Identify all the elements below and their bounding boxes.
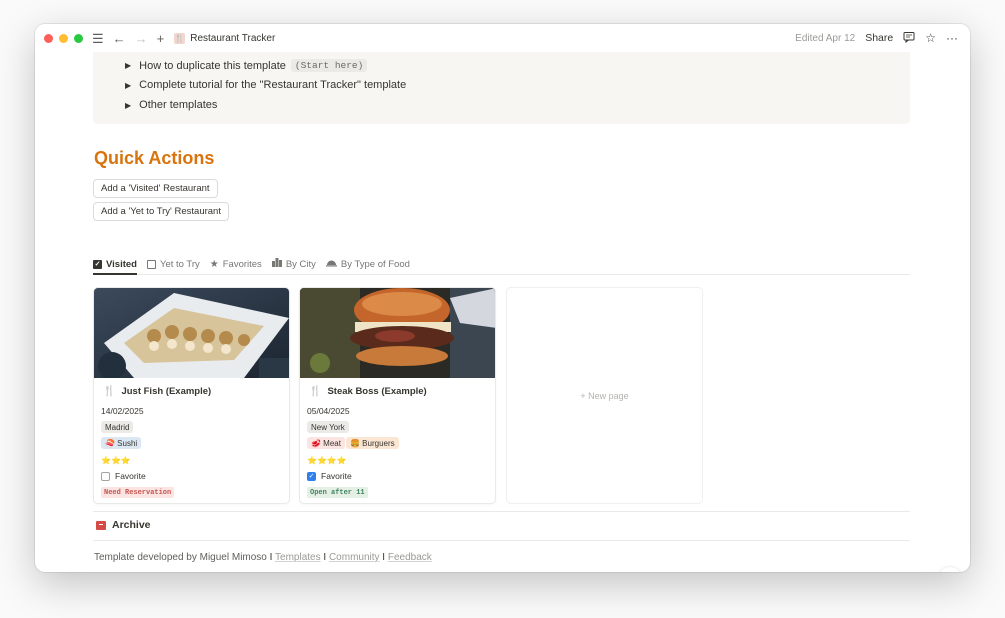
city-tag: Madrid	[101, 421, 134, 433]
divider	[93, 540, 910, 541]
add-yet-to-try-restaurant-button[interactable]: Add a 'Yet to Try' Restaurant	[93, 202, 229, 221]
more-options-icon[interactable]: ···	[946, 31, 958, 45]
card-date: 05/04/2025	[307, 406, 350, 416]
checkbox-checked-icon[interactable]: ✓	[307, 471, 316, 481]
window-controls	[44, 33, 83, 43]
archive-label: Archive	[112, 519, 151, 531]
favorite-checkbox[interactable]: Favorite	[101, 471, 146, 481]
new-page-label: + New page	[580, 390, 629, 401]
gallery-card-just-fish[interactable]: 🍴 Just Fish (Example) 14/02/2025 Madrid …	[93, 287, 290, 504]
templates-link[interactable]: Templates	[275, 552, 321, 563]
status-badge: Need Reservation	[101, 487, 175, 498]
toggle-duplicate-template[interactable]: ▶ How to duplicate this template (Start …	[125, 59, 368, 72]
toggle-arrow-icon[interactable]: ▶	[125, 81, 131, 90]
tab-visited[interactable]: ✓ Visited	[93, 254, 137, 275]
toggle-arrow-icon[interactable]: ▶	[125, 61, 131, 70]
favorite-label: Favorite	[115, 471, 146, 481]
toggle-label: Other templates	[139, 99, 218, 111]
rating-stars: ⭐⭐⭐	[101, 456, 131, 465]
add-visited-restaurant-button[interactable]: Add a 'Visited' Restaurant	[93, 179, 218, 198]
plus-icon[interactable]: +	[157, 32, 165, 45]
food-type-tag: 🥩 Meat	[307, 437, 345, 449]
database-view-tabs: ✓ Visited Yet to Try ★ Favorites By City	[93, 254, 910, 275]
quick-actions-heading: Quick Actions	[94, 148, 215, 168]
help-button[interactable]: ?	[939, 567, 961, 572]
card-title[interactable]: 🍴 Steak Boss (Example)	[309, 386, 427, 397]
city-icon	[271, 258, 282, 270]
checkbox-unchecked-icon[interactable]	[101, 471, 110, 481]
tab-by-city[interactable]: By City	[271, 254, 316, 274]
tab-label: Visited	[106, 258, 137, 270]
rating-stars: ⭐⭐⭐⭐	[307, 456, 347, 465]
tab-by-type-of-food[interactable]: By Type of Food	[325, 254, 410, 274]
card-cover-image-sushi	[94, 288, 289, 378]
food-cover-icon	[325, 259, 337, 270]
checkbox-checked-icon: ✓	[93, 259, 102, 269]
titlebar-actions: Edited Apr 12 Share ☆ ···	[795, 31, 958, 46]
app-window: ☰ ← → + 🍴 Restaurant Tracker Edited Apr …	[35, 24, 970, 572]
page-content: ▶ How to duplicate this template (Start …	[35, 52, 970, 572]
back-arrow-icon[interactable]: ←	[113, 32, 126, 45]
toggle-label: Complete tutorial for the "Restaurant Tr…	[139, 79, 407, 91]
community-link[interactable]: Community	[329, 552, 380, 563]
toggle-label: How to duplicate this template	[139, 59, 286, 72]
breadcrumb-page-title[interactable]: Restaurant Tracker	[190, 33, 275, 44]
footer-credits: Template developed by Miguel Mimoso I Te…	[94, 552, 432, 563]
card-title-text: Just Fish (Example)	[121, 386, 212, 397]
archive-box-icon	[96, 520, 106, 530]
inline-code: (Start here)	[290, 59, 368, 72]
tab-label: By City	[285, 258, 316, 270]
status-badge: Open after 11	[307, 487, 368, 498]
card-title[interactable]: 🍴 Just Fish (Example)	[103, 386, 211, 397]
favorite-label: Favorite	[321, 471, 352, 481]
toggle-other-templates[interactable]: ▶ Other templates	[125, 99, 217, 111]
tab-label: Yet to Try	[159, 258, 200, 270]
footer-separator: I	[266, 552, 276, 563]
star-icon: ★	[209, 258, 219, 270]
card-cover-image-burger	[300, 288, 495, 378]
gallery-card-steak-boss[interactable]: 🍴 Steak Boss (Example) 05/04/2025 New Yo…	[299, 287, 496, 504]
favorite-checkbox[interactable]: ✓ Favorite	[307, 471, 352, 481]
toggle-complete-tutorial[interactable]: ▶ Complete tutorial for the "Restaurant …	[125, 79, 406, 91]
checkbox-empty-icon	[146, 259, 156, 269]
forward-arrow-icon[interactable]: →	[135, 32, 148, 45]
toggle-arrow-icon[interactable]: ▶	[125, 101, 131, 110]
footer-separator: I	[320, 552, 329, 563]
close-window-button[interactable]	[44, 33, 53, 43]
card-date: 14/02/2025	[101, 406, 144, 416]
star-favorite-icon[interactable]: ☆	[925, 31, 936, 45]
edited-timestamp: Edited Apr 12	[795, 32, 856, 44]
food-type-tag: 🍔 Burguers	[346, 437, 399, 449]
tab-label: By Type of Food	[340, 258, 410, 270]
menu-icon[interactable]: ☰	[92, 32, 104, 45]
share-button[interactable]: Share	[865, 32, 893, 44]
tab-favorites[interactable]: ★ Favorites	[210, 254, 262, 274]
callout-block: ▶ How to duplicate this template (Start …	[93, 52, 910, 124]
fork-knife-icon: 🍴	[103, 386, 116, 397]
tab-yet-to-try[interactable]: Yet to Try	[146, 254, 200, 274]
restaurant-page-icon: 🍴	[174, 32, 186, 44]
archive-link[interactable]: Archive	[96, 519, 151, 531]
footer-separator: I	[379, 552, 388, 563]
tab-label: Favorites	[222, 258, 262, 270]
food-type-tag: 🍣 Sushi	[101, 437, 142, 449]
footer-credit-text: Template developed by Miguel Mimoso	[94, 552, 267, 563]
zoom-window-button[interactable]	[74, 33, 83, 43]
new-page-card[interactable]: + New page	[506, 287, 703, 504]
comment-icon[interactable]	[903, 31, 915, 46]
feedback-link[interactable]: Feedback	[388, 552, 432, 563]
titlebar: ☰ ← → + 🍴 Restaurant Tracker Edited Apr …	[35, 24, 970, 52]
card-title-text: Steak Boss (Example)	[327, 386, 427, 397]
fork-knife-icon: 🍴	[309, 386, 322, 397]
minimize-window-button[interactable]	[59, 33, 68, 43]
city-tag: New York	[307, 421, 349, 433]
divider	[93, 511, 910, 512]
